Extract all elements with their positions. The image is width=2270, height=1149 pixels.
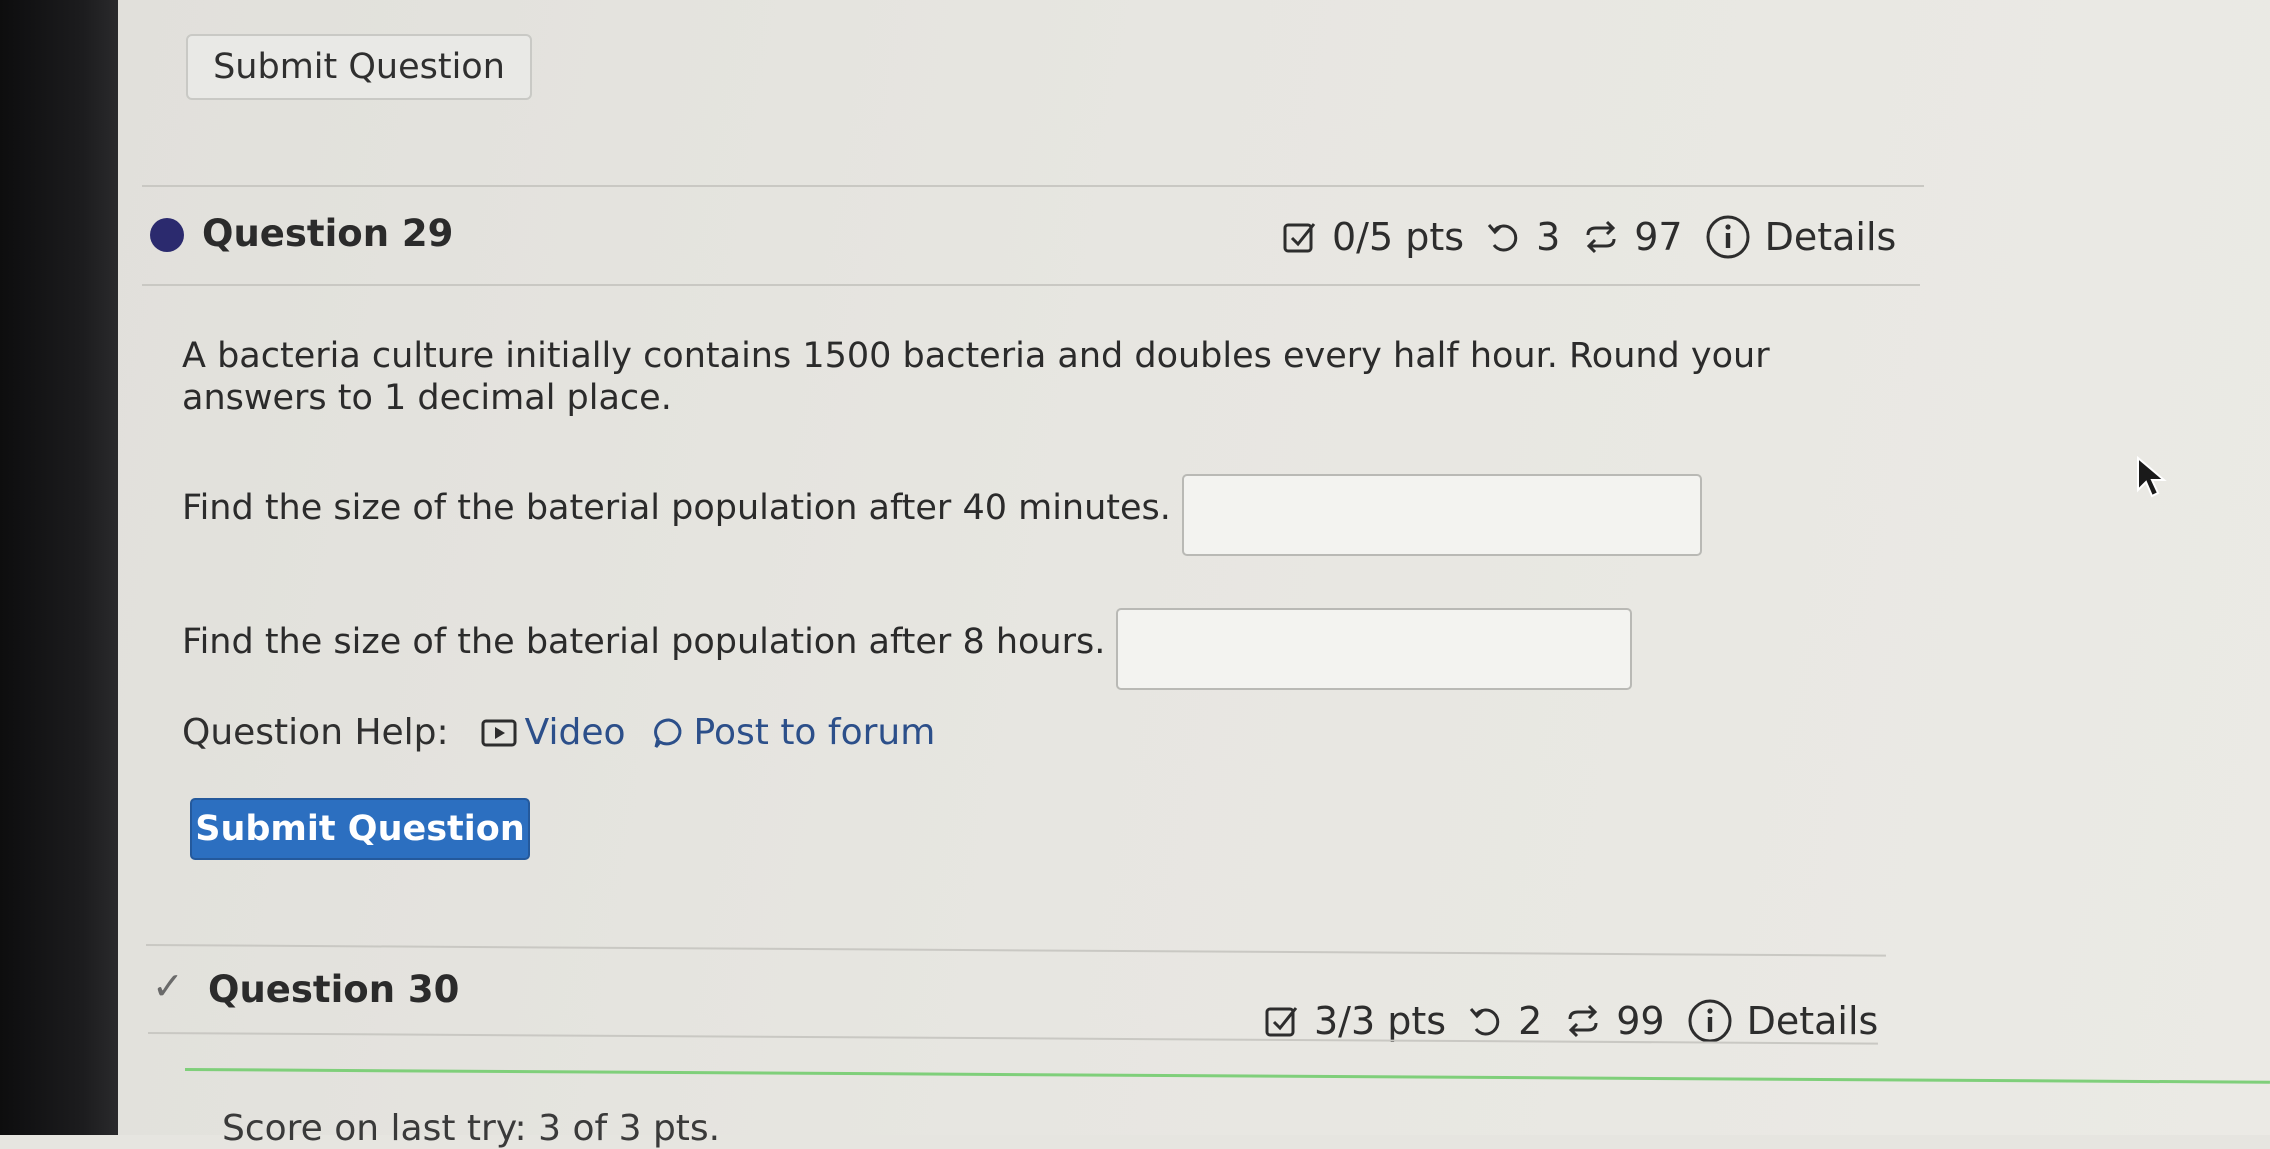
question-30-meta: 3/3 pts 2 99 Details bbox=[1264, 998, 1878, 1044]
post-to-forum-link[interactable]: Post to forum bbox=[652, 712, 936, 753]
question-help: Question Help: Video Post to forum bbox=[182, 712, 935, 753]
part-2-answer-input[interactable] bbox=[1116, 608, 1632, 690]
question-prompt-line: A bacteria culture initially contains 15… bbox=[182, 336, 1770, 376]
part-1-answer-input[interactable] bbox=[1182, 474, 1702, 556]
attempts-count: 97 bbox=[1634, 215, 1683, 259]
points-text: 3/3 pts bbox=[1314, 999, 1447, 1043]
submit-question-button[interactable]: Submit Question bbox=[190, 798, 530, 860]
video-link[interactable]: Video bbox=[481, 712, 626, 753]
part-1-label: Find the size of the baterial population… bbox=[182, 488, 1171, 528]
attempts-count: 99 bbox=[1616, 999, 1665, 1043]
repeat-arrows-icon bbox=[1582, 219, 1620, 255]
question-30-title: Question 30 bbox=[208, 968, 460, 1011]
question-29-meta: 0/5 pts 3 97 Details bbox=[1282, 214, 1896, 260]
score-summary: Score on last try: 3 of 3 pts. bbox=[222, 1108, 721, 1149]
retries-count: 3 bbox=[1536, 215, 1561, 259]
repeat-arrows-icon bbox=[1564, 1003, 1602, 1039]
post-to-forum-label: Post to forum bbox=[693, 712, 936, 753]
question-29-title: Question 29 bbox=[202, 212, 454, 255]
checkbox-pencil-icon bbox=[1282, 219, 1318, 255]
undo-arrow-icon bbox=[1486, 219, 1522, 255]
info-circle-icon[interactable] bbox=[1705, 214, 1751, 260]
question-prompt-line: answers to 1 decimal place. bbox=[182, 378, 672, 418]
divider bbox=[142, 185, 1924, 187]
retries-count: 2 bbox=[1518, 999, 1543, 1043]
speech-bubble-icon bbox=[652, 716, 686, 750]
checkmark-icon: ✓ bbox=[152, 964, 184, 1008]
play-box-icon bbox=[481, 718, 517, 748]
checkbox-pencil-icon bbox=[1264, 1003, 1300, 1039]
details-link[interactable]: Details bbox=[1747, 999, 1879, 1043]
submit-question-label: Submit Question bbox=[213, 47, 505, 87]
undo-arrow-icon bbox=[1468, 1003, 1504, 1039]
points-text: 0/5 pts bbox=[1332, 215, 1465, 259]
submit-question-button-previous[interactable]: Submit Question bbox=[186, 34, 532, 100]
part-2-label: Find the size of the baterial population… bbox=[182, 622, 1106, 662]
unanswered-indicator bbox=[150, 218, 184, 252]
info-circle-icon[interactable] bbox=[1687, 998, 1733, 1044]
screen bbox=[118, 0, 2270, 1135]
submit-question-label: Submit Question bbox=[195, 809, 525, 849]
mouse-cursor-icon bbox=[2134, 455, 2168, 504]
divider bbox=[142, 284, 1920, 286]
question-help-label: Question Help: bbox=[182, 712, 449, 753]
details-link[interactable]: Details bbox=[1765, 215, 1897, 259]
video-link-label: Video bbox=[524, 712, 626, 753]
device-bezel bbox=[0, 0, 118, 1135]
